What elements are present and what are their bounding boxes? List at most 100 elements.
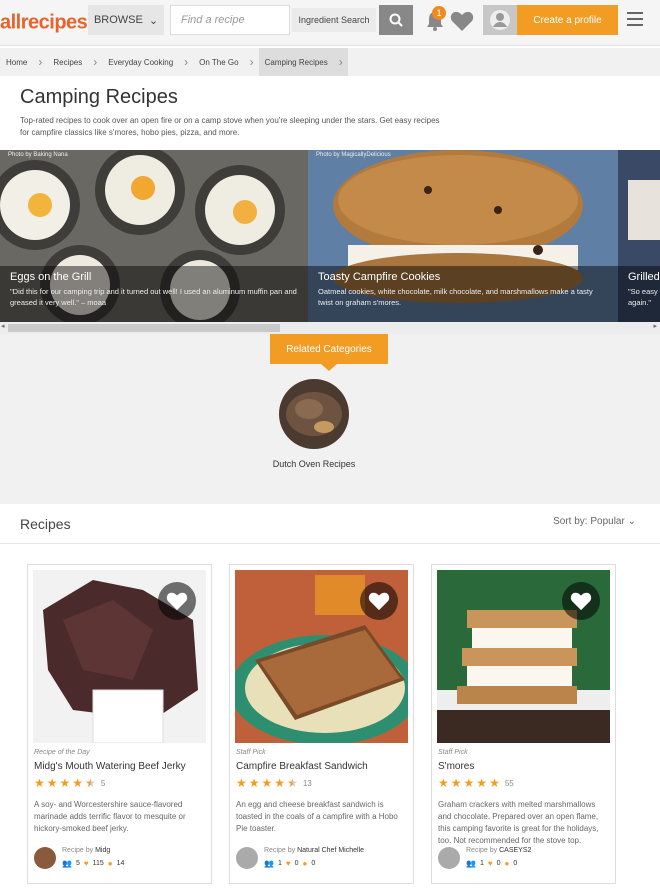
- slide-description: "So easy again.": [628, 287, 658, 307]
- recipe-by: Recipe by CASEYS2: [466, 847, 532, 854]
- card-label: Staff Pick: [438, 749, 468, 756]
- chevron-right-icon: ›: [184, 55, 189, 69]
- tip-icon: ●: [504, 859, 510, 868]
- author-avatar[interactable]: [236, 847, 258, 869]
- made-it-icon: 👥: [62, 859, 72, 868]
- page-description: Top-rated recipes to cook over an open f…: [20, 116, 440, 137]
- recipe-card[interactable]: Staff Pick Campfire Breakfast Sandwich ★…: [229, 564, 414, 884]
- rating-stars: ★ ★ ★ ★ ★ 55: [438, 777, 514, 789]
- scrollbar-thumb[interactable]: [8, 324, 280, 332]
- made-it-icon: 👥: [466, 859, 476, 868]
- save-recipe-button[interactable]: [158, 582, 196, 620]
- logo[interactable]: allrecipes!: [0, 8, 92, 35]
- recipe-card[interactable]: Staff Pick S'mores ★ ★ ★ ★ ★ 55 Graham cracke…: [431, 564, 616, 884]
- breadcrumb: Home › Recipes › Everyday Cooking › On The …: [0, 48, 660, 76]
- star-icon: ★: [46, 776, 58, 790]
- card-label: Recipe of the Day: [34, 749, 90, 756]
- carousel: Photo by Baking Nana Eggs on the Grill "…: [0, 150, 660, 322]
- chevron-down-icon: ⌄: [148, 14, 159, 27]
- recipe-image[interactable]: [437, 570, 610, 743]
- slide-title[interactable]: Grilled: [628, 271, 660, 283]
- rating-stars: ★ ★ ★ ★ ★ 13: [236, 777, 312, 789]
- recipe-stats: 👥 1 ♥ 0 ● 0: [466, 859, 518, 868]
- rating-count: 55: [504, 778, 514, 788]
- slide-caption: Toasty Campfire Cookies Oatmeal cookies,…: [308, 266, 618, 322]
- star-icon: ★: [236, 776, 247, 790]
- author-name[interactable]: Natural Chef Michelle: [297, 847, 364, 854]
- recipe-image[interactable]: [33, 570, 206, 743]
- recipe-title[interactable]: Midg's Mouth Watering Beef Jerky: [34, 761, 186, 772]
- chevron-down-icon: ⌄: [627, 516, 636, 527]
- sort-label: Sort by: Popular: [553, 516, 625, 527]
- sort-dropdown[interactable]: Sort by: Popular ⌄: [553, 516, 636, 527]
- carousel-scrollbar[interactable]: ◂ ▸: [0, 322, 660, 334]
- chevron-right-icon: ›: [38, 55, 43, 69]
- star-icon: ★: [463, 776, 475, 790]
- scroll-right-icon[interactable]: ▸: [653, 322, 657, 330]
- heart-icon: ♥: [83, 859, 89, 868]
- recipes-header: Recipes Sort by: Popular ⌄: [0, 504, 660, 544]
- search-input[interactable]: Find a recipe: [170, 5, 290, 35]
- recipe-description: A soy- and Worcestershire sauce-flavored…: [34, 800, 186, 833]
- author-avatar[interactable]: [34, 847, 56, 869]
- heart-icon: ♥: [487, 859, 493, 868]
- carousel-slide[interactable]: Grilled "So easy again.": [618, 150, 660, 322]
- recipe-image[interactable]: [235, 570, 408, 743]
- star-icon: ★: [489, 776, 500, 790]
- photo-credit: Photo by MagicallyDelicious: [316, 152, 391, 158]
- user-icon: [490, 10, 510, 30]
- ingredient-search-button[interactable]: Ingredient Search: [292, 8, 376, 32]
- hamburger-menu-icon[interactable]: [627, 12, 643, 26]
- carousel-slide[interactable]: Photo by MagicallyDelicious Toasty Campf…: [308, 150, 618, 322]
- star-icon: ★: [248, 776, 260, 790]
- recipe-author: Recipe by Midg 👥 5 ♥ 115 ● 14: [34, 847, 206, 873]
- heart-icon[interactable]: [450, 10, 474, 32]
- chevron-right-icon: ›: [93, 55, 98, 69]
- breadcrumb-home[interactable]: Home: [0, 48, 33, 76]
- site-header: allrecipes! BROWSE ⌄ Find a recipe Ingred…: [0, 0, 660, 46]
- scroll-left-icon[interactable]: ◂: [1, 322, 5, 330]
- breadcrumb-on-the-go[interactable]: On The Go: [193, 48, 244, 76]
- slide-title[interactable]: Eggs on the Grill: [10, 271, 298, 283]
- slide-description: "Did this for our camping trip and it tu…: [10, 287, 297, 307]
- browse-label: BROWSE: [93, 14, 143, 26]
- breadcrumb-everyday-cooking[interactable]: Everyday Cooking: [102, 48, 179, 76]
- author-avatar[interactable]: [438, 847, 460, 869]
- star-icon: ★: [450, 776, 462, 790]
- slide-title[interactable]: Toasty Campfire Cookies: [318, 271, 608, 283]
- heart-icon: ♥: [285, 859, 291, 868]
- category-label[interactable]: Dutch Oven Recipes: [270, 458, 358, 470]
- star-icon: ★: [72, 776, 84, 790]
- carousel-slide[interactable]: Photo by Baking Nana Eggs on the Grill "…: [0, 150, 308, 322]
- star-icon: ★: [34, 776, 45, 790]
- author-name[interactable]: CASEYS2: [499, 847, 531, 854]
- recipe-title[interactable]: S'mores: [438, 761, 474, 772]
- dutch-oven-thumbnail[interactable]: [279, 379, 349, 449]
- search-icon: [389, 13, 403, 27]
- star-icon: ★: [438, 776, 449, 790]
- create-profile-button[interactable]: Create a profile: [517, 5, 618, 35]
- slide-caption: Eggs on the Grill "Did this for our camp…: [0, 266, 308, 322]
- recipe-author: Recipe by CASEYS2 👥 1 ♥ 0 ● 0: [438, 847, 610, 873]
- page-title: Camping Recipes: [20, 86, 178, 108]
- breadcrumb-camping-recipes[interactable]: Camping Recipes: [258, 48, 334, 76]
- save-recipe-button[interactable]: [562, 582, 600, 620]
- recipe-card[interactable]: Recipe of the Day Midg's Mouth Watering …: [27, 564, 212, 884]
- recipe-stats: 👥 1 ♥ 0 ● 0: [264, 859, 316, 868]
- star-icon: ★: [274, 776, 286, 790]
- search-button[interactable]: [379, 5, 413, 35]
- breadcrumb-recipes[interactable]: Recipes: [47, 48, 88, 76]
- related-categories: Related Categories Dutch Oven Recipes: [0, 334, 660, 504]
- save-recipe-button[interactable]: [360, 582, 398, 620]
- star-icon: ★: [476, 776, 488, 790]
- author-name[interactable]: Midg: [95, 847, 110, 854]
- recipe-title[interactable]: Campfire Breakfast Sandwich: [236, 761, 368, 772]
- half-star-icon: ★: [85, 776, 96, 790]
- browse-button[interactable]: BROWSE ⌄: [88, 5, 164, 35]
- rating-count: 5: [100, 778, 106, 788]
- avatar[interactable]: [483, 5, 517, 35]
- related-categories-button[interactable]: Related Categories: [270, 334, 388, 364]
- tip-icon: ●: [302, 859, 308, 868]
- slide-caption: Grilled "So easy again.": [618, 266, 660, 322]
- recipe-description: An egg and cheese breakfast sandwich is …: [236, 800, 398, 833]
